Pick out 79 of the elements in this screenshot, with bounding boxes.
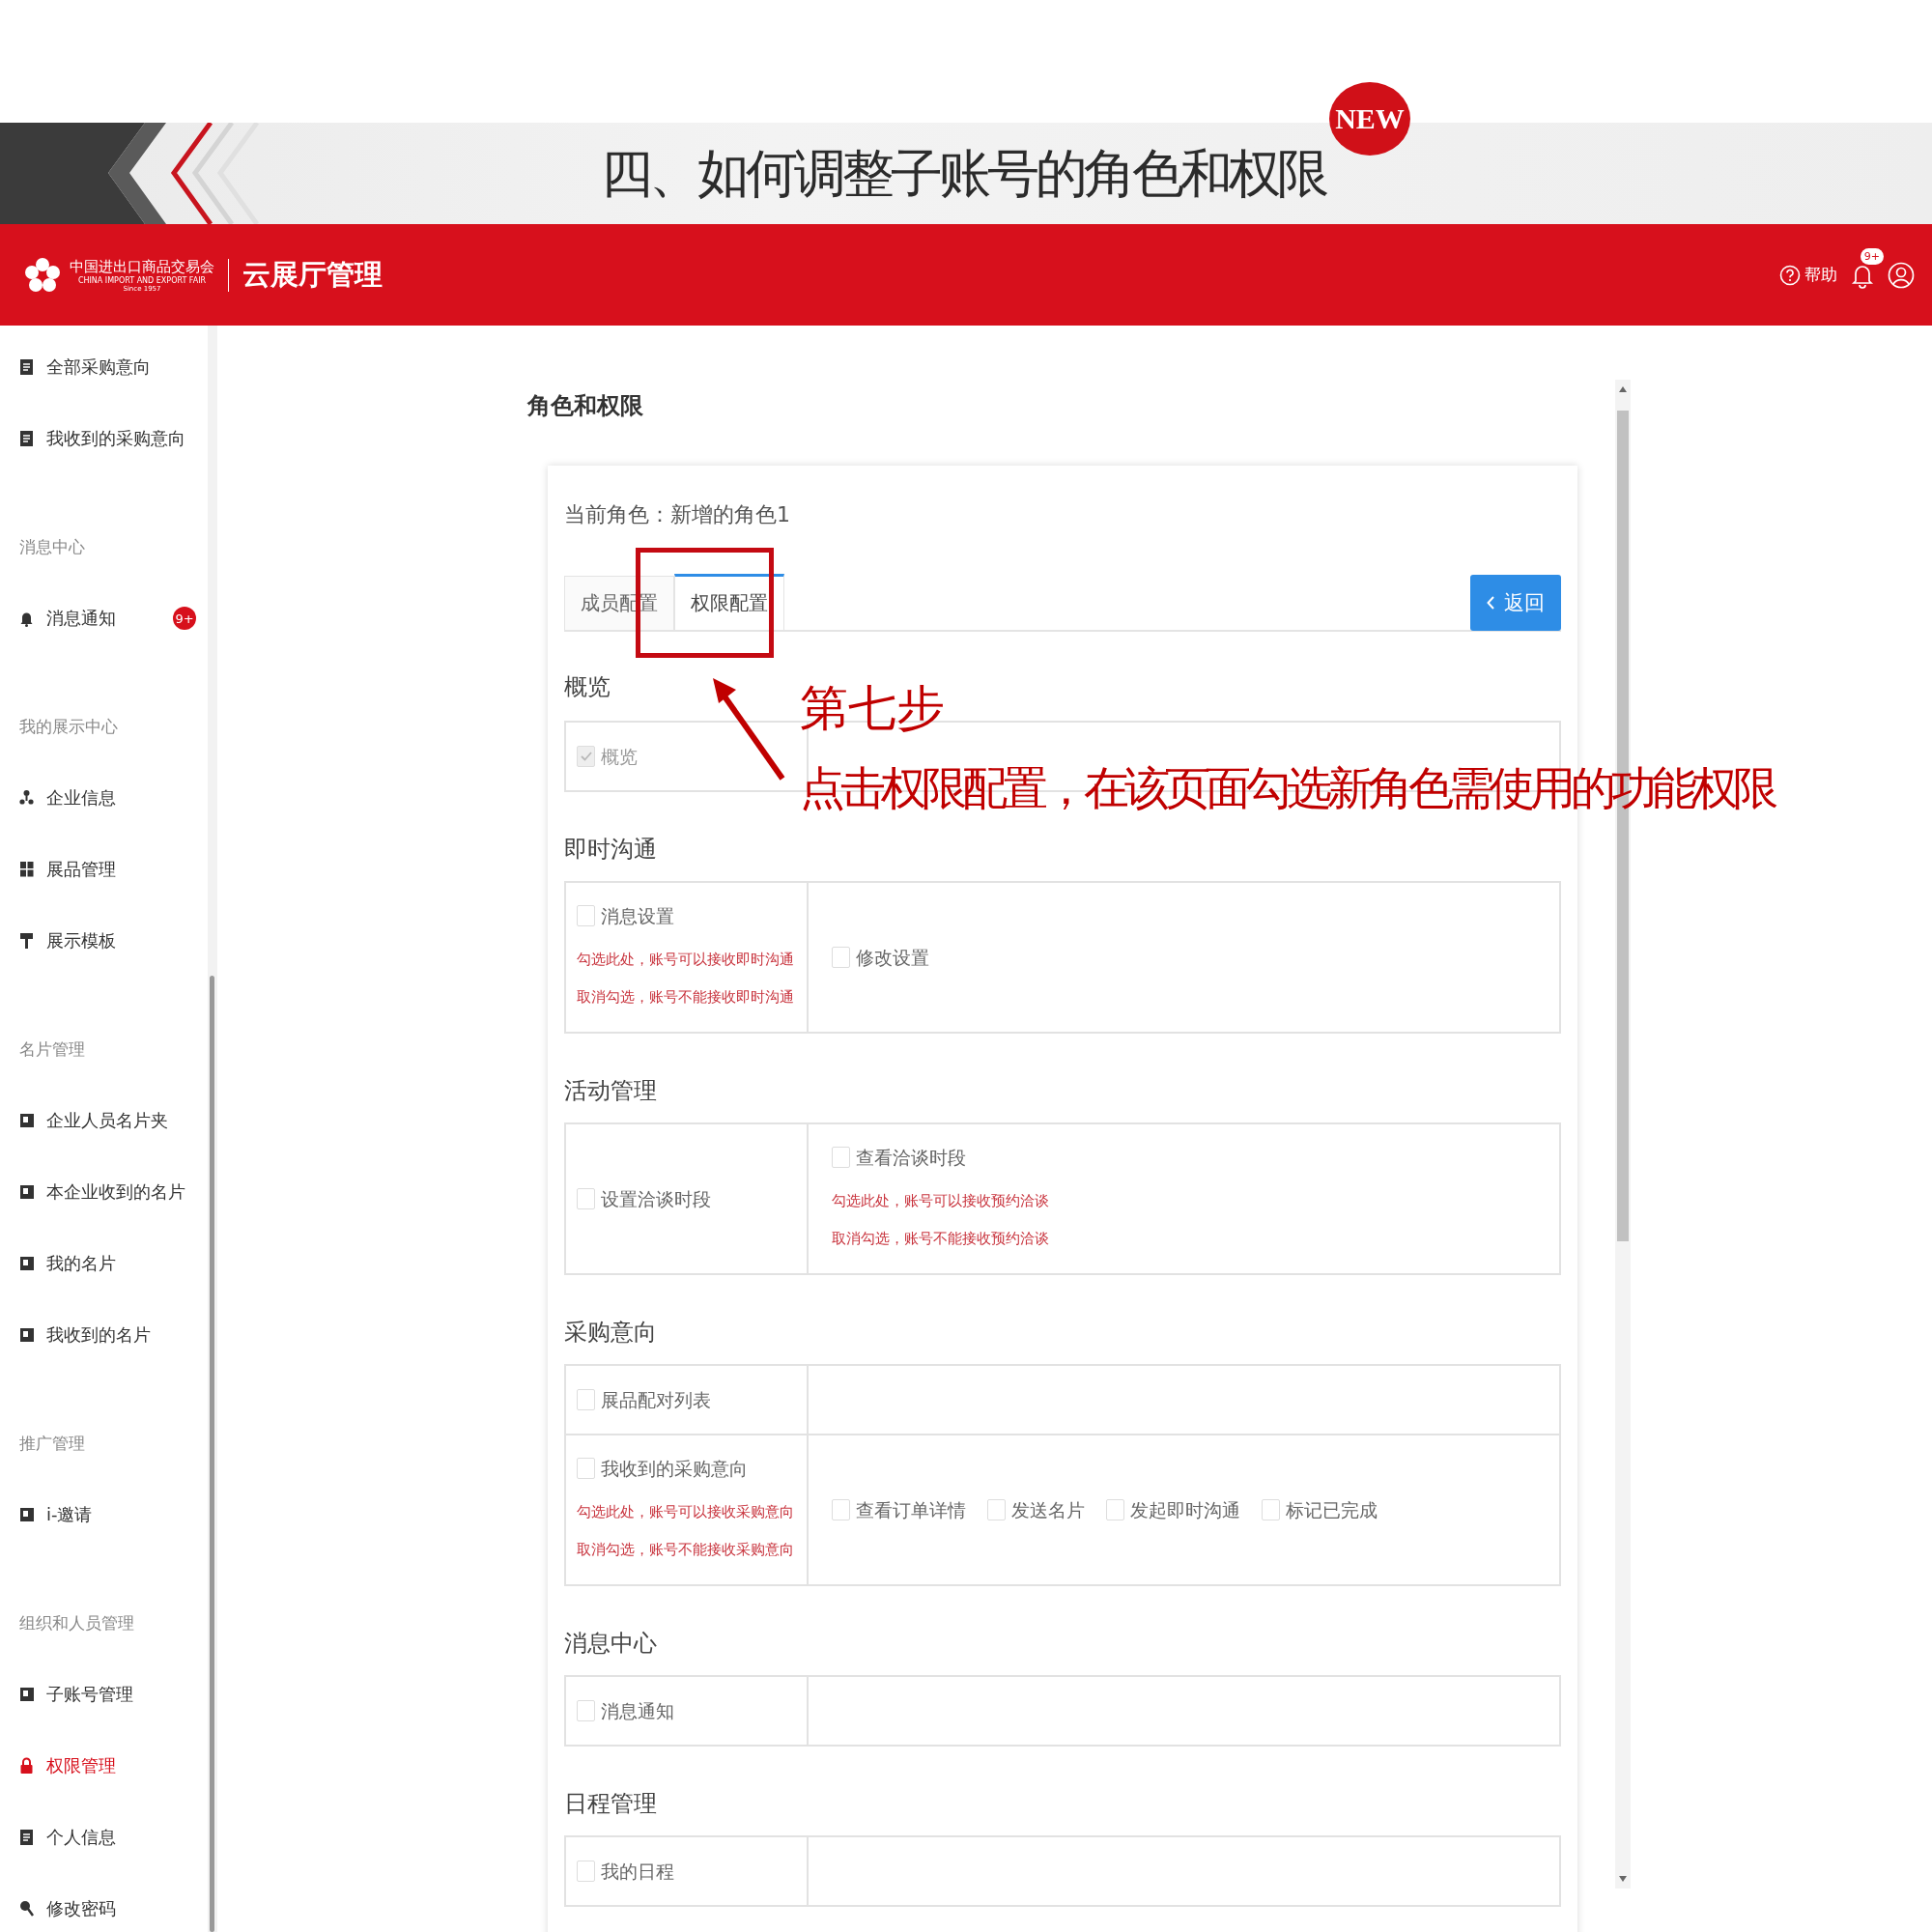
- checkbox-option[interactable]: 展品配对列表: [577, 1382, 711, 1417]
- checkbox-option[interactable]: 查看洽谈时段: [832, 1140, 966, 1175]
- chevron-left-icon: [1487, 596, 1494, 610]
- sidebar-item[interactable]: 全部采购意向: [0, 331, 208, 403]
- checkbox-option[interactable]: 我的日程: [577, 1854, 674, 1889]
- section-title: 日程管理: [564, 1789, 657, 1819]
- hint-text: 勾选此处，账号可以接收预约洽谈: [832, 1191, 1050, 1211]
- sidebar-item[interactable]: 子账号管理: [0, 1659, 208, 1730]
- card-icon: [19, 1506, 35, 1523]
- new-badge: NEW: [1329, 82, 1410, 156]
- sidebar-item[interactable]: 展品管理: [0, 834, 208, 905]
- sidebar-item[interactable]: 我的名片: [0, 1228, 208, 1299]
- logo-chinese-text: 中国进出口商品交易会: [70, 257, 214, 276]
- hint-text: 取消勾选，账号不能接收即时沟通: [577, 987, 795, 1008]
- checkbox-option[interactable]: 消息设置: [577, 898, 674, 933]
- scroll-down-icon[interactable]: [1619, 1876, 1627, 1882]
- sidebar-item[interactable]: 展示模板: [0, 905, 208, 977]
- notification-count-badge: 9+: [1860, 247, 1884, 265]
- checkbox-option[interactable]: 修改设置: [832, 940, 929, 975]
- sidebar-item[interactable]: 企业信息: [0, 762, 208, 834]
- sidebar-item[interactable]: 个人信息: [0, 1802, 208, 1873]
- lock-icon: [19, 1757, 35, 1775]
- help-link[interactable]: 帮助: [1779, 264, 1837, 286]
- sidebar-group-title: 名片管理: [18, 1037, 86, 1061]
- people-icon: [19, 789, 35, 807]
- document-icon: [19, 1829, 35, 1846]
- sidebar-item[interactable]: 修改密码: [0, 1873, 208, 1932]
- card-icon: [19, 1183, 35, 1201]
- card-icon: [19, 1255, 35, 1272]
- page-title: 角色和权限: [527, 391, 643, 421]
- hint-text: 勾选此处，账号可以接收采购意向: [577, 1502, 795, 1522]
- sidebar-item[interactable]: 我收到的采购意向: [0, 403, 208, 474]
- scrollbar-thumb[interactable]: [210, 976, 214, 1932]
- current-role-text: 当前角色：新增的角色1: [564, 501, 791, 528]
- card-icon: [19, 1686, 35, 1703]
- checkmark-icon: [580, 752, 592, 761]
- sidebar-item[interactable]: i-邀请: [0, 1479, 208, 1550]
- user-account-icon[interactable]: [1888, 261, 1915, 289]
- count-badge: 9+: [173, 607, 196, 630]
- checkbox-option[interactable]: 标记已完成: [1262, 1492, 1378, 1527]
- sidebar-item[interactable]: 消息通知 9+: [0, 582, 208, 654]
- sidebar-group-title: 我的展示中心: [18, 715, 119, 738]
- grid-icon: [19, 861, 35, 878]
- sidebar-item[interactable]: 企业人员名片夹: [0, 1085, 208, 1156]
- flower-logo-icon: [23, 255, 62, 295]
- hint-text: 取消勾选，账号不能接收采购意向: [577, 1540, 795, 1560]
- sidebar-item[interactable]: 权限管理: [0, 1730, 208, 1802]
- card-icon: [19, 1112, 35, 1129]
- checkbox-option[interactable]: 查看订单详情: [832, 1492, 966, 1527]
- step-caption: 第七步: [800, 679, 946, 738]
- tab[interactable]: 权限配置: [674, 574, 784, 630]
- checkbox-option[interactable]: 我收到的采购意向: [577, 1451, 748, 1486]
- section-title: 概览: [564, 672, 611, 702]
- checkbox-option[interactable]: 发起即时沟通: [1106, 1492, 1240, 1527]
- sidebar-group-title: 推广管理: [18, 1432, 86, 1455]
- checkbox-option[interactable]: 设置洽谈时段: [577, 1181, 711, 1216]
- checkbox-option[interactable]: 消息通知: [577, 1693, 674, 1728]
- sidebar-item[interactable]: 我收到的名片: [0, 1299, 208, 1371]
- section-title: 消息中心: [564, 1629, 657, 1659]
- document-icon: [19, 358, 35, 376]
- sidebar-group-title: 组织和人员管理: [18, 1611, 135, 1634]
- back-button[interactable]: 返回: [1470, 575, 1561, 631]
- section-title: 活动管理: [564, 1076, 657, 1106]
- card-icon: [19, 1326, 35, 1344]
- sidebar-group-title: 消息中心: [18, 535, 86, 558]
- magnifier-icon: [19, 1900, 35, 1918]
- help-icon: [1779, 264, 1801, 286]
- section-title: 采购意向: [564, 1318, 657, 1348]
- hint-text: 勾选此处，账号可以接收即时沟通: [577, 950, 795, 970]
- document-icon: [19, 430, 35, 447]
- slide-title: 四、如何调整子账号的角色和权限: [601, 141, 1325, 206]
- app-name: 云展厅管理: [242, 256, 383, 293]
- sidebar-item[interactable]: 本企业收到的名片: [0, 1156, 208, 1228]
- section-title: 即时沟通: [564, 835, 657, 865]
- checkbox-option[interactable]: 发送名片: [987, 1492, 1085, 1527]
- logo-english-text: CHINA IMPORT AND EXPORT FAIR: [77, 275, 207, 285]
- scroll-up-icon[interactable]: [1619, 386, 1627, 392]
- instruction-caption: 点击权限配置，在该页面勾选新角色需使用的功能权限: [800, 760, 1774, 816]
- hint-text: 取消勾选，账号不能接收预约洽谈: [832, 1229, 1050, 1249]
